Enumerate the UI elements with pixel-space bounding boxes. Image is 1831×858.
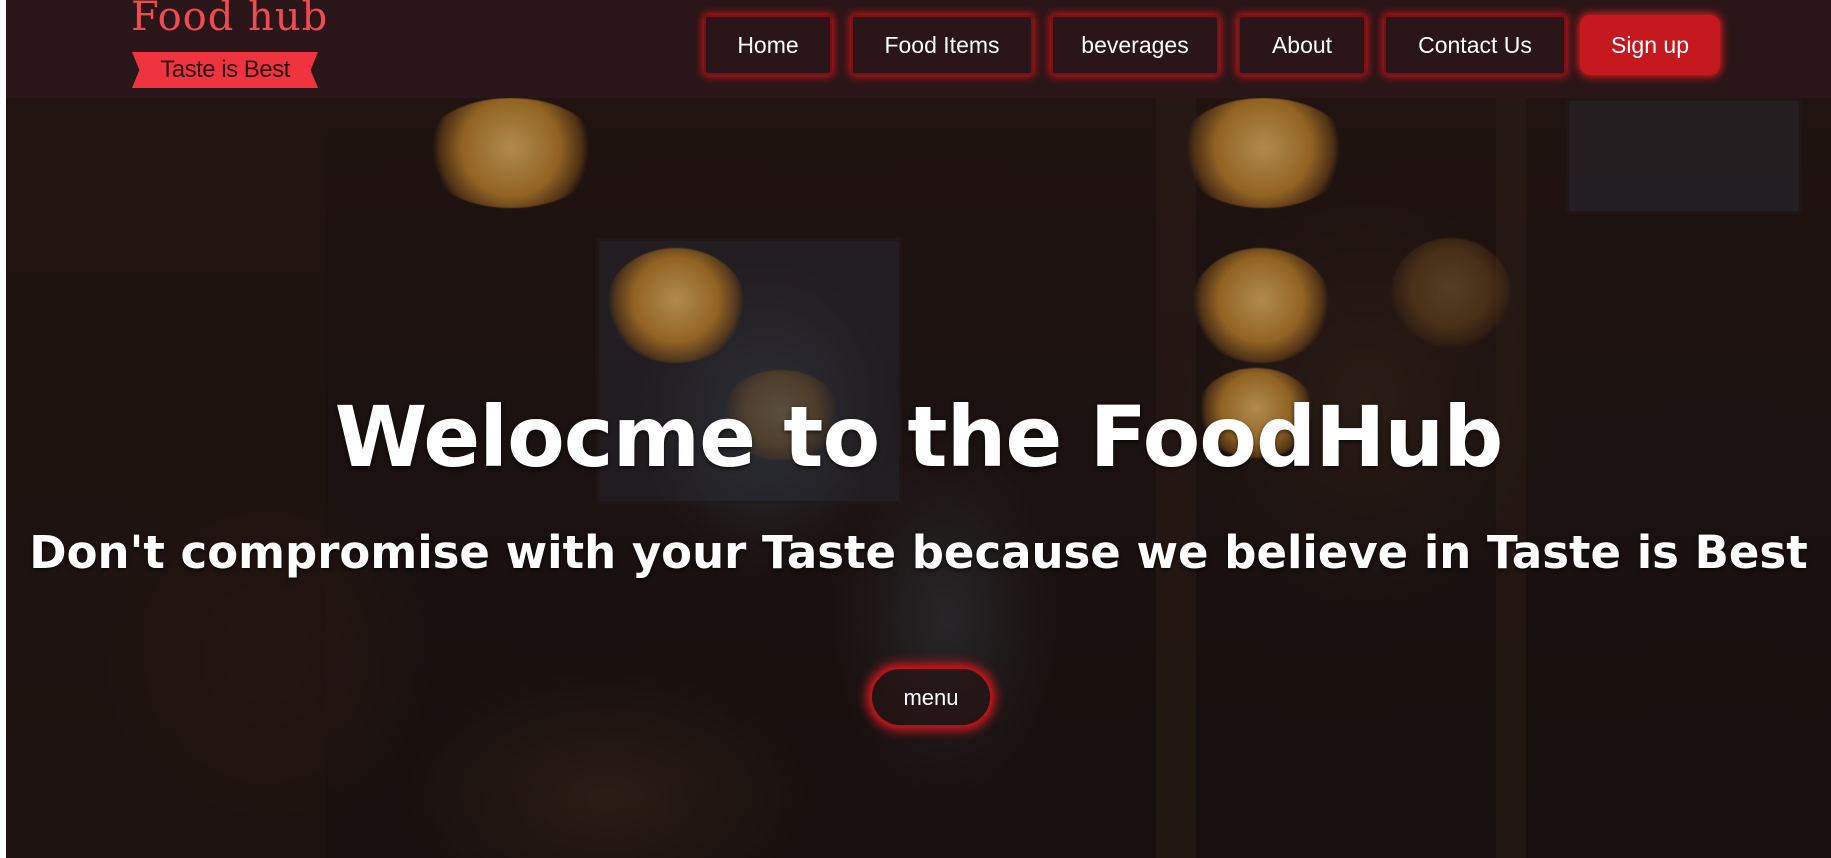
nav-food-items-button[interactable]: Food Items — [851, 15, 1033, 75]
nav-about-button[interactable]: About — [1238, 15, 1366, 75]
nav-beverages-button[interactable]: beverages — [1051, 15, 1219, 75]
sign-up-button[interactable]: Sign up — [1580, 15, 1720, 75]
nav-contact-us-button[interactable]: Contact Us — [1384, 15, 1566, 75]
brand-title: Food hub — [131, 0, 329, 40]
menu-button[interactable]: menu — [869, 666, 993, 728]
top-navbar: Food hub Taste is Best Home Food Items b… — [6, 0, 1831, 98]
page-edge — [0, 0, 6, 858]
brand-logo[interactable]: Food hub Taste is Best — [126, 0, 329, 92]
hero-subtitle: Don't compromise with your Taste because… — [29, 526, 1808, 579]
nav-home-button[interactable]: Home — [704, 15, 832, 75]
hero-title: Welocme to the FoodHub — [334, 388, 1504, 486]
brand-tagline-ribbon: Taste is Best — [132, 52, 318, 88]
hero-section: Welocme to the FoodHub Don't compromise … — [6, 98, 1831, 858]
